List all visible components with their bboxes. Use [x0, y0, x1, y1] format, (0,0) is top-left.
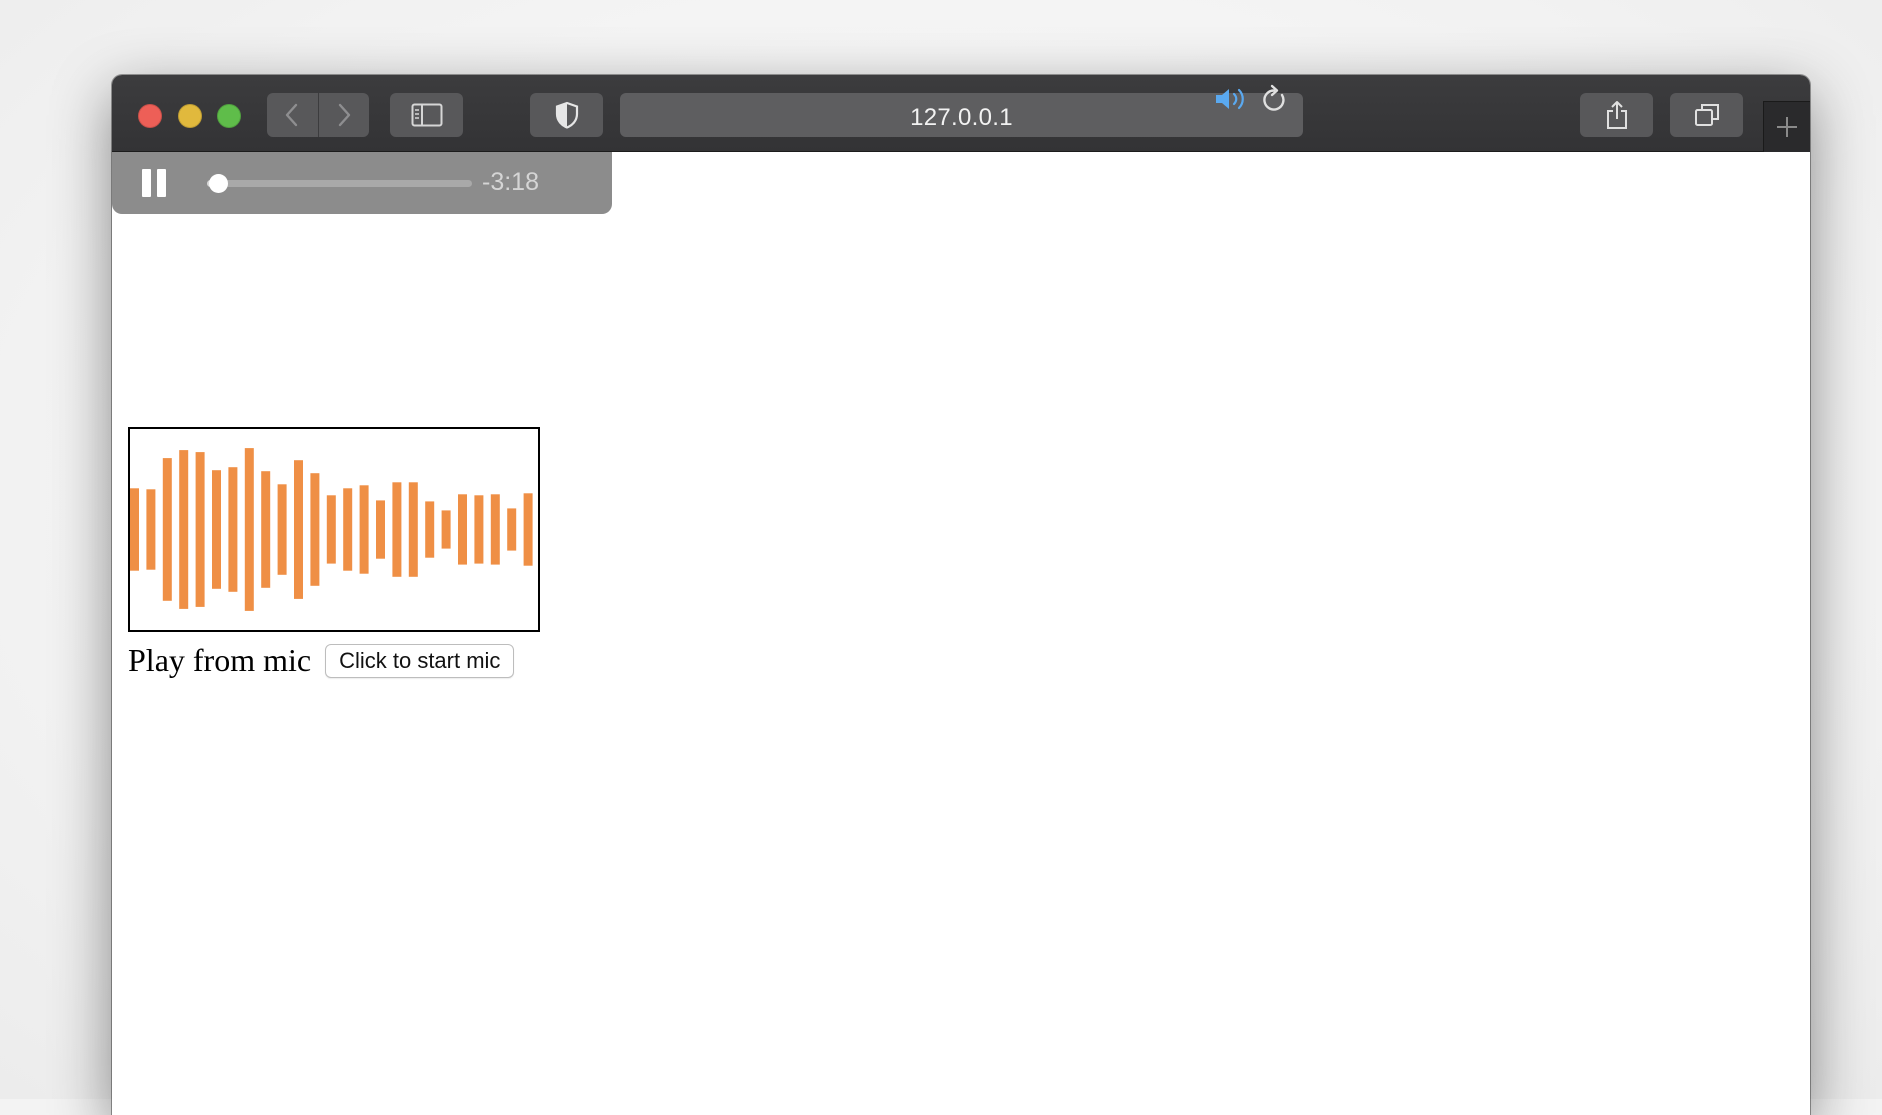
visualizer-bar [130, 488, 139, 571]
progress-slider[interactable] [207, 174, 472, 193]
mic-label: Play from mic [128, 642, 312, 678]
chevron-right-icon [338, 103, 351, 127]
visualizer-bar [359, 485, 369, 574]
shield-icon [555, 101, 578, 129]
browser-toolbar: 127.0.0.1 [112, 75, 1810, 152]
visualizer-bar [392, 482, 402, 577]
pause-bar-right [157, 169, 166, 197]
visualizer-bar [195, 452, 205, 607]
visualizer-bar [146, 489, 156, 570]
visualizer-bars [130, 448, 533, 611]
visualizer-bar [326, 495, 336, 564]
plus-icon [1777, 117, 1797, 137]
zoom-window-button[interactable] [217, 104, 241, 128]
visualizer-bar [228, 467, 238, 592]
visualizer-bar [425, 501, 435, 558]
sidebar-icon [411, 103, 442, 127]
progress-thumb[interactable] [208, 174, 228, 193]
visualizer-bar [458, 494, 467, 565]
minimize-window-button[interactable] [178, 104, 202, 128]
pause-bar-left [142, 169, 151, 197]
sidebar-button[interactable] [390, 93, 463, 137]
address-text: 127.0.0.1 [910, 104, 1013, 131]
visualizer-bar [277, 484, 287, 575]
reload-icon [1263, 84, 1285, 111]
visualizer-bar [441, 510, 451, 549]
mic-controls: Play from mic Click to start mic [128, 642, 515, 679]
show-tabs-button[interactable] [1670, 93, 1743, 137]
close-window-button[interactable] [138, 104, 162, 128]
visualizer-bar [179, 450, 189, 609]
visualizer-bar [376, 500, 385, 559]
visualizer-bar [343, 488, 353, 571]
privacy-report-button[interactable] [530, 93, 603, 137]
visualizer-bar [474, 495, 484, 564]
browser-window: 127.0.0.1 -3:18 Play from mic Click to s… [112, 75, 1810, 1115]
chevron-left-icon [285, 103, 298, 127]
page-content: -3:18 Play from mic Click to start mic [112, 152, 1810, 1115]
visualizer-bar [261, 471, 271, 588]
speaker-icon [1216, 88, 1244, 110]
time-remaining: -3:18 [482, 168, 539, 196]
forward-button[interactable] [319, 93, 369, 137]
visualizer-bar [523, 493, 533, 566]
visualizer-bar [294, 460, 303, 599]
visualizer-bar [408, 482, 418, 577]
audio-player-controls: -3:18 [112, 152, 612, 214]
share-icon [1606, 101, 1627, 129]
address-bar[interactable]: 127.0.0.1 [620, 93, 1303, 137]
new-tab-button[interactable] [1763, 101, 1810, 152]
audio-playing-button[interactable] [1214, 85, 1250, 118]
audio-visualizer [128, 427, 540, 632]
start-mic-button[interactable]: Click to start mic [325, 643, 515, 678]
share-button[interactable] [1580, 93, 1653, 137]
back-button[interactable] [267, 93, 317, 137]
visualizer-bar [244, 448, 254, 611]
pause-button[interactable] [142, 169, 168, 197]
navigation-buttons [267, 93, 369, 137]
visualizer-bar [212, 470, 221, 589]
visualizer-bar [310, 473, 320, 586]
visualizer-bar [162, 458, 172, 601]
reload-button[interactable] [1260, 84, 1288, 119]
visualizer-bar [507, 508, 517, 551]
tabs-icon [1694, 104, 1719, 126]
visualizer-bar [490, 494, 500, 565]
